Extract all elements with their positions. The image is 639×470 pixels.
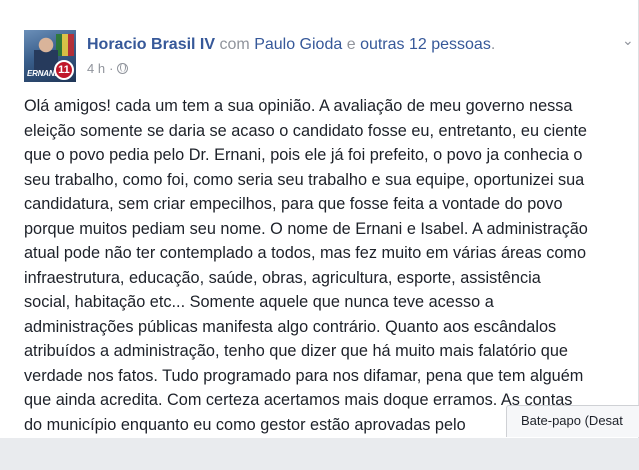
avatar[interactable]: ERNANI 11 bbox=[24, 30, 76, 82]
timestamp-link[interactable]: 4 h bbox=[87, 61, 105, 76]
globe-icon[interactable] bbox=[117, 63, 129, 74]
flag-graphic bbox=[56, 34, 74, 56]
avatar-number-badge: 11 bbox=[54, 60, 74, 80]
post-card: ERNANI 11 Horacio Brasil IV com Paulo Gi… bbox=[0, 0, 639, 438]
chat-tab[interactable]: Bate-papo (Desat bbox=[506, 405, 639, 437]
post-body-text: Olá amigos! cada um tem a sua opinião. A… bbox=[24, 97, 588, 434]
and-word: e bbox=[346, 36, 356, 53]
others-link[interactable]: outras 12 pessoas bbox=[360, 36, 491, 53]
time-separator: · bbox=[109, 61, 114, 76]
avatar-caption: ERNANI bbox=[27, 69, 57, 78]
chevron-down-icon[interactable]: ⌄ bbox=[622, 33, 634, 47]
tagged-person-link[interactable]: Paulo Gioda bbox=[254, 36, 342, 53]
post-meta: 4 h · bbox=[87, 61, 129, 76]
header-period: . bbox=[490, 36, 496, 53]
author-link[interactable]: Horacio Brasil IV bbox=[87, 36, 215, 53]
chat-tab-label: Bate-papo (Desat bbox=[521, 413, 623, 428]
post-header: Horacio Brasil IV com Paulo Gioda e outr… bbox=[87, 36, 495, 54]
with-word: com bbox=[219, 36, 250, 53]
